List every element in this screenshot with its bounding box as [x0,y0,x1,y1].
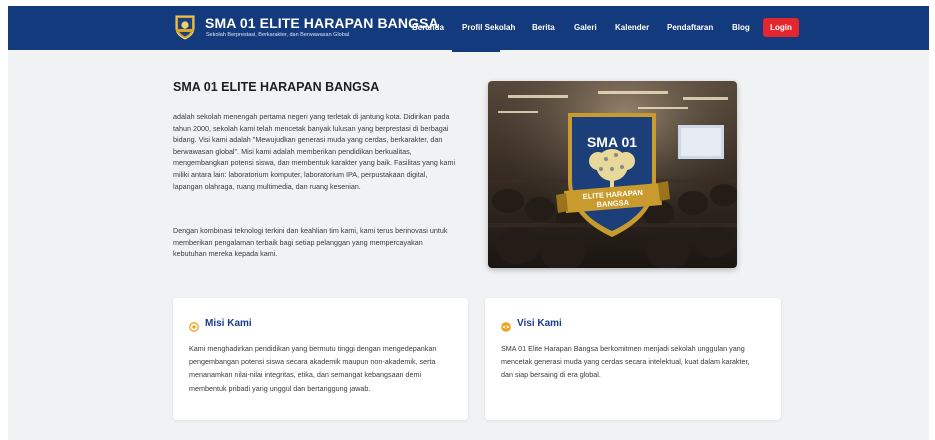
nav-blog[interactable]: Blog [732,23,750,32]
login-button[interactable]: Login [763,18,799,37]
about-title: SMA 01 ELITE HARAPAN BANGSA [173,80,380,94]
target-icon [189,319,199,332]
nav-pendaftaran[interactable]: Pendaftaran [667,23,713,32]
school-auditorium-image: SMA 01 ELITE HARAPAN BANGSA [488,81,737,268]
misi-text: Kami menghadirkan pendidikan yang bermut… [189,344,437,393]
school-tagline: Sekolah Berprestasi, Berkarakter, dan Be… [206,32,350,38]
about-paragraph-1: adalah sekolah menengah pertama negeri y… [173,112,456,191]
visi-title: Visi Kami [517,318,562,329]
about-paragraph-2: Dengan kombinasi teknologi terkini dan k… [173,226,448,259]
nav-kalender[interactable]: Kalender [615,23,649,32]
school-crest-icon[interactable] [174,15,196,40]
school-name[interactable]: SMA 01 ELITE HARAPAN BANGSA [205,15,439,31]
page-background [8,6,929,440]
nav-berita[interactable]: Berita [532,23,555,32]
badge-top-text: SMA 01 [587,134,637,150]
misi-title: Misi Kami [205,318,252,329]
active-nav-indicator [452,50,500,52]
nav-galeri[interactable]: Galeri [574,23,597,32]
visi-card: Visi Kami SMA 01 Elite Harapan Bangsa be… [485,298,781,420]
nav-beranda[interactable]: Beranda [412,23,444,32]
eye-icon [501,319,511,332]
nav-profil-sekolah[interactable]: Profil Sekolah [462,23,515,32]
misi-card: Misi Kami Kami menghadirkan pendidikan y… [173,298,468,420]
visi-text: SMA 01 Elite Harapan Bangsa berkomitmen … [501,344,750,380]
